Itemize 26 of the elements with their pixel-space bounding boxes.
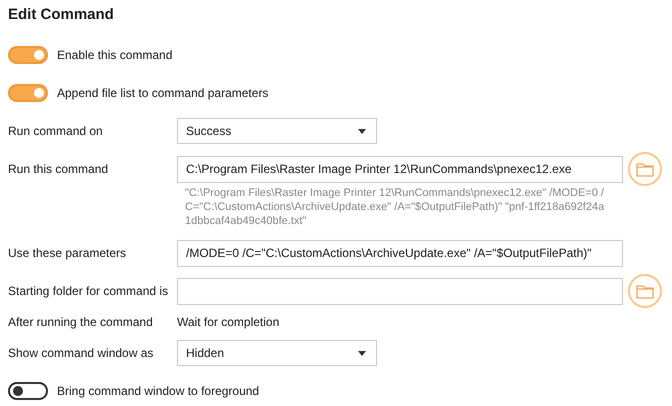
toggle-switch[interactable]	[8, 382, 48, 400]
folder-icon	[636, 162, 654, 176]
dropdown[interactable]: Hidden	[177, 340, 377, 366]
caret-icon	[358, 350, 366, 356]
field-label: Enable this command	[57, 48, 172, 62]
field-label: Use these parameters	[8, 246, 128, 260]
dropdown[interactable]: Success	[177, 118, 377, 144]
field-value: Wait for completion	[177, 315, 280, 329]
folder-icon	[636, 284, 654, 298]
field-label: After running the command	[8, 315, 154, 329]
browse-button[interactable]	[628, 152, 662, 186]
toggle-switch[interactable]	[8, 84, 48, 102]
toggle-switch[interactable]	[8, 46, 48, 64]
page-title: Edit Command	[8, 6, 115, 25]
input-field[interactable]: C:\Program Files\Raster Image Printer 12\RunCommands\pnexec12.exe	[177, 156, 623, 182]
field-label: Show command window as	[8, 346, 154, 360]
field-label: Bring command window to foreground	[57, 384, 260, 398]
input-field[interactable]: /MODE=0 /C="C:\CustomActions\ArchiveUpdate.exe" /A="$OutputFilePath)"	[177, 240, 623, 266]
field-label: Starting folder for command is	[8, 284, 170, 298]
command-preview: "C:\Program Files\Raster Image Printer 12\RunCommands\pnexec12.exe" /MODE=0 /C="C:\CustomActions\ArchiveUpdate.exe" /A="$OutputFilePath)" "pnf-1ff218a692f24a1dbbcaf4ab49c40bfe.txt"	[184, 186, 605, 228]
field-label: Append file list to command parameters	[57, 86, 268, 100]
field-label: Run command on	[8, 124, 104, 138]
field-label: Run this command	[8, 162, 110, 176]
caret-icon	[358, 128, 366, 134]
browse-button[interactable]	[628, 274, 662, 308]
input-field[interactable]	[177, 278, 623, 304]
